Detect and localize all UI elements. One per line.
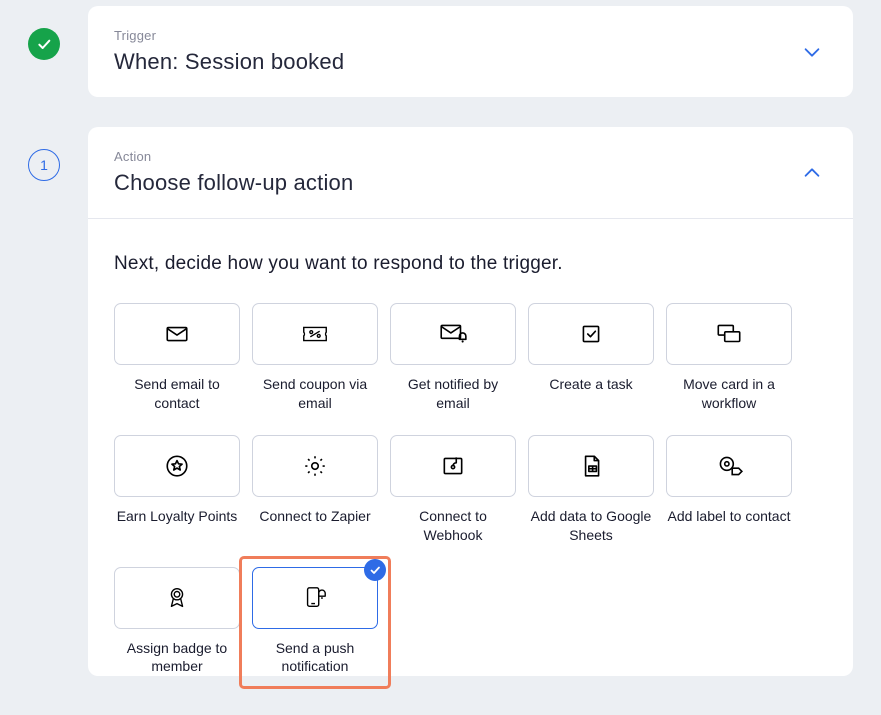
- action-step-badge: 1: [28, 149, 60, 181]
- trigger-card: Trigger When: Session booked: [88, 6, 853, 97]
- action-tile-google-sheets[interactable]: [528, 435, 654, 497]
- webhook-icon: [438, 453, 468, 479]
- action-option-send-coupon: Send coupon via email: [252, 303, 378, 413]
- star-circle-icon: [162, 453, 192, 479]
- action-label: Send email to contact: [115, 375, 239, 413]
- action-card: 1 Action Choose follow-up action Next, d…: [88, 127, 853, 676]
- label-icon: [714, 453, 744, 479]
- action-label: Create a task: [549, 375, 632, 394]
- trigger-badge: [28, 28, 60, 60]
- action-eyebrow: Action: [114, 149, 353, 164]
- action-label: Assign badge to member: [115, 639, 239, 677]
- workflow-icon: [714, 321, 744, 347]
- action-option-send-email: Send email to contact: [114, 303, 240, 413]
- action-tile-zapier[interactable]: [252, 435, 378, 497]
- action-option-zapier: Connect to Zapier: [252, 435, 378, 545]
- action-header[interactable]: Action Choose follow-up action: [88, 127, 853, 218]
- action-option-add-label: Add label to contact: [666, 435, 792, 545]
- action-body: Next, decide how you want to respond to …: [88, 219, 853, 676]
- action-tile-create-task[interactable]: [528, 303, 654, 365]
- action-label: Add label to contact: [668, 507, 791, 526]
- action-option-move-card: Move card in a workflow: [666, 303, 792, 413]
- action-label: Connect to Webhook: [391, 507, 515, 545]
- trigger-eyebrow: Trigger: [114, 28, 344, 43]
- action-label: Connect to Zapier: [259, 507, 370, 526]
- coupon-icon: [300, 321, 330, 347]
- action-tile-webhook[interactable]: [390, 435, 516, 497]
- mail-icon: [162, 321, 192, 347]
- action-option-push-notify: Send a push notification: [242, 559, 388, 687]
- action-label: Send coupon via email: [253, 375, 377, 413]
- action-tile-add-label[interactable]: [666, 435, 792, 497]
- chevron-down-icon: [801, 41, 823, 63]
- action-label: Earn Loyalty Points: [117, 507, 238, 526]
- mail-bell-icon: [438, 321, 468, 347]
- action-prompt: Next, decide how you want to respond to …: [114, 253, 827, 275]
- action-option-earn-loyalty: Earn Loyalty Points: [114, 435, 240, 545]
- step-number-badge: 1: [28, 149, 60, 181]
- step-number: 1: [40, 157, 48, 173]
- action-tile-notify-email[interactable]: [390, 303, 516, 365]
- actions-grid: Send email to contact Send coupon via ema…: [114, 303, 827, 676]
- check-icon: [28, 28, 60, 60]
- action-option-notify-email: Get notified by email: [390, 303, 516, 413]
- action-option-assign-badge: Assign badge to member: [114, 567, 240, 677]
- trigger-header[interactable]: Trigger When: Session booked: [88, 6, 853, 97]
- action-label: Add data to Google Sheets: [529, 507, 653, 545]
- chevron-up-icon: [801, 162, 823, 184]
- action-tile-move-card[interactable]: [666, 303, 792, 365]
- gear-icon: [300, 453, 330, 479]
- task-icon: [576, 321, 606, 347]
- badge-icon: [162, 585, 192, 611]
- selected-check-icon: [364, 559, 386, 581]
- trigger-title: When: Session booked: [114, 49, 344, 75]
- sheets-icon: [576, 453, 606, 479]
- action-label: Get notified by email: [391, 375, 515, 413]
- push-icon: [300, 585, 330, 611]
- action-tile-push-notify[interactable]: [252, 567, 378, 629]
- action-title: Choose follow-up action: [114, 170, 353, 196]
- action-option-google-sheets: Add data to Google Sheets: [528, 435, 654, 545]
- action-option-webhook: Connect to Webhook: [390, 435, 516, 545]
- action-tile-send-email[interactable]: [114, 303, 240, 365]
- action-label: Move card in a workflow: [667, 375, 791, 413]
- action-option-create-task: Create a task: [528, 303, 654, 413]
- action-tile-send-coupon[interactable]: [252, 303, 378, 365]
- action-label: Send a push notification: [253, 639, 377, 677]
- action-tile-earn-loyalty[interactable]: [114, 435, 240, 497]
- action-tile-assign-badge[interactable]: [114, 567, 240, 629]
